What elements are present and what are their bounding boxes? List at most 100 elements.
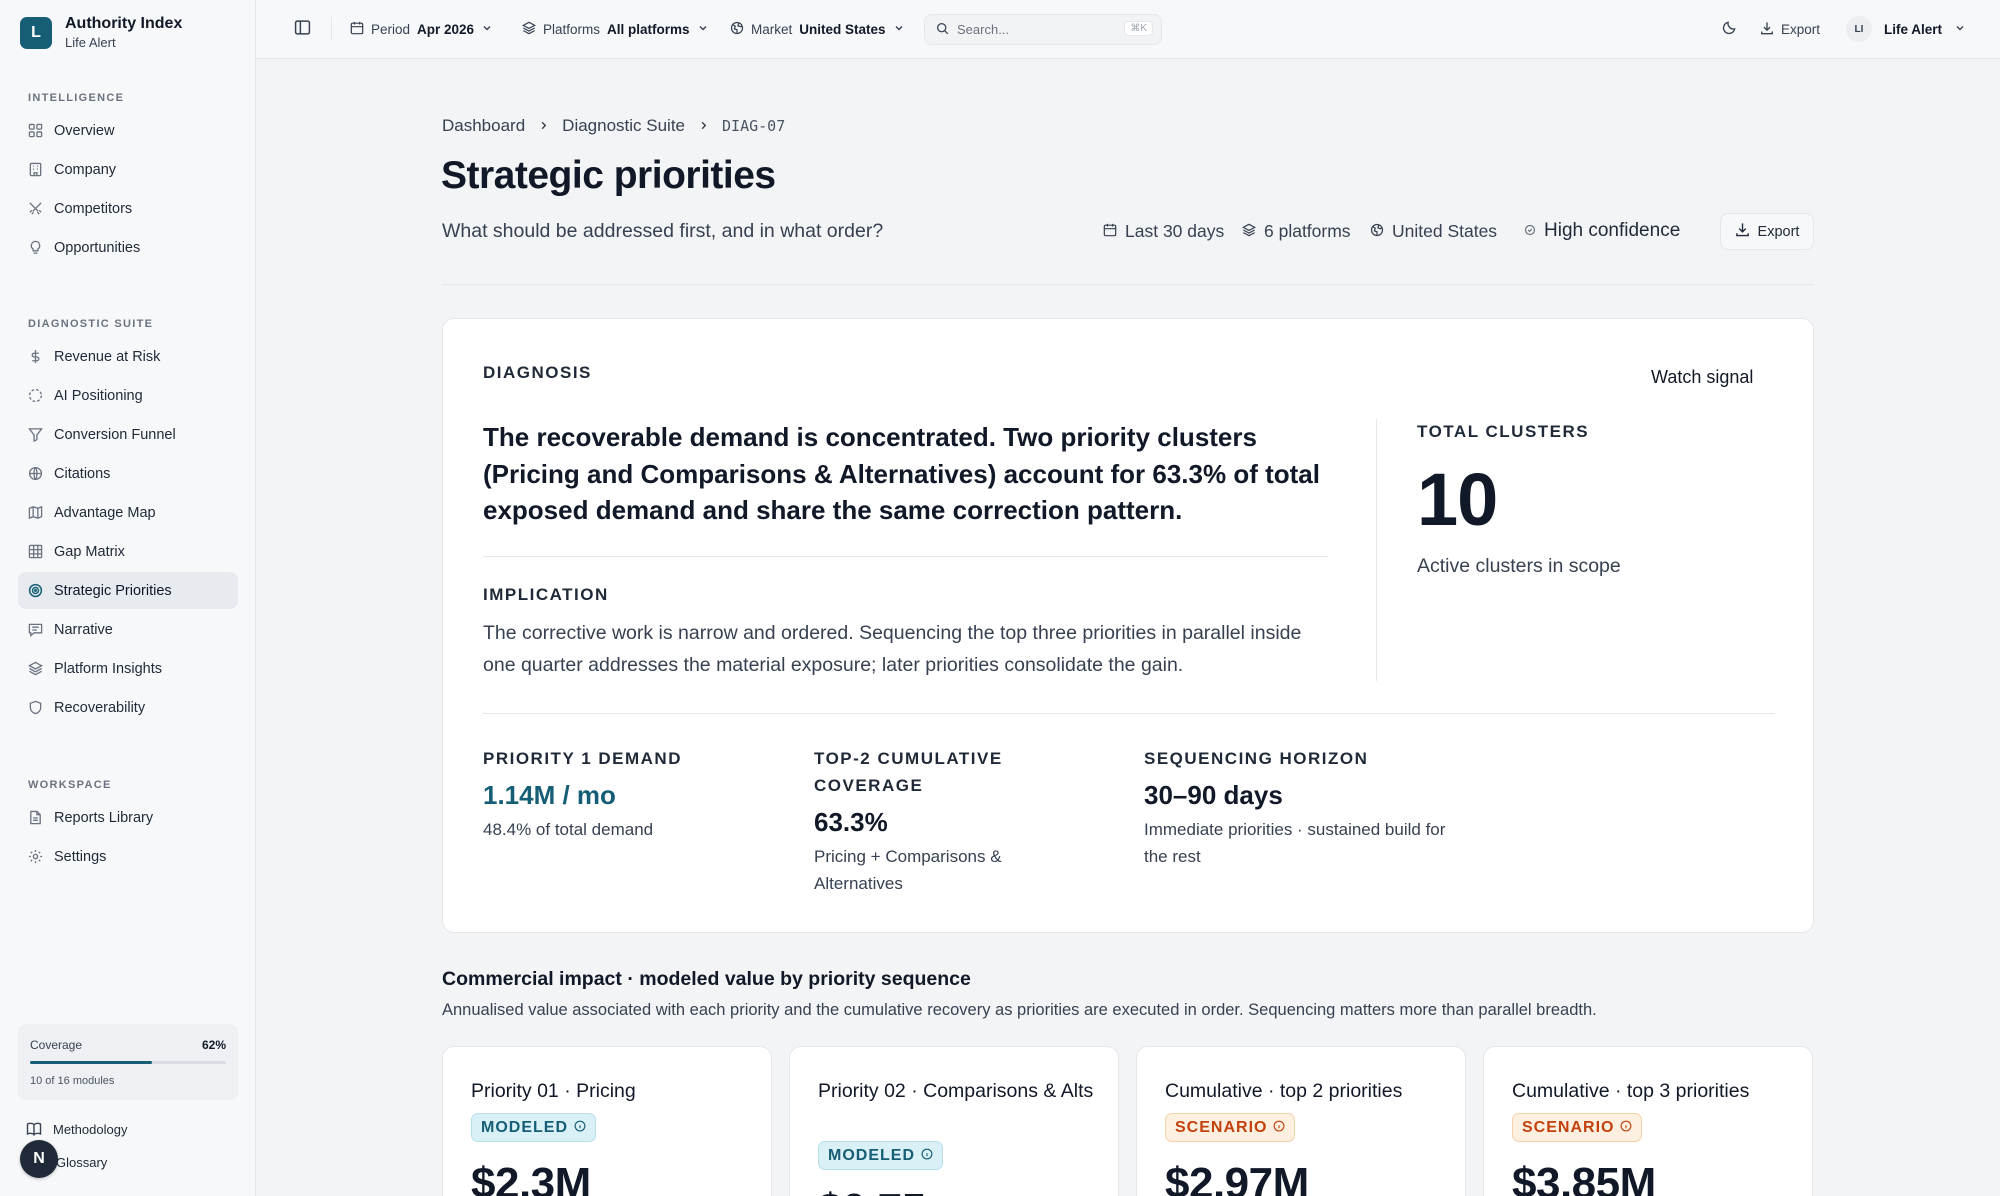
diagnosis-eyebrow: DIAGNOSIS — [483, 363, 592, 382]
kpi-label: TOP-2 CUMULATIVE COVERAGE — [814, 749, 1003, 795]
topbar-export-button[interactable]: Export — [1760, 0, 1820, 58]
search-shortcut: ⌘K — [1124, 21, 1153, 36]
sidebar-item-label: Recoverability — [54, 699, 146, 716]
sidebar-item-reports-library[interactable]: Reports Library — [18, 799, 238, 836]
market-value: United States — [799, 21, 886, 37]
impact-card-priority-02[interactable]: Priority 02 · Comparisons & Alts MODELED… — [789, 1046, 1119, 1196]
sidebar-item-conversion-funnel[interactable]: Conversion Funnel — [18, 416, 238, 453]
info-icon[interactable] — [1620, 1119, 1632, 1137]
download-icon — [1735, 222, 1750, 241]
brand-logo: L — [20, 17, 52, 49]
funnel-icon — [27, 427, 43, 443]
sidebar-item-label: Revenue at Risk — [54, 348, 161, 365]
coverage-label: Coverage — [30, 1038, 83, 1052]
chevron-down-icon — [697, 22, 709, 37]
chevron-right-icon — [538, 116, 549, 136]
implication-text: The corrective work is narrow and ordere… — [483, 622, 1302, 676]
export-button[interactable]: Export — [1720, 213, 1814, 250]
impact-card-priority-01[interactable]: Priority 01 · Pricing MODELED $2.3M — [442, 1046, 772, 1196]
scenario-badge: SCENARIO — [1165, 1113, 1296, 1142]
sidebar-item-label: Narrative — [54, 621, 113, 638]
globe-icon — [27, 466, 43, 482]
impact-card-cumulative-top-3[interactable]: Cumulative · top 3 priorities SCENARIO $… — [1483, 1046, 1813, 1196]
sidebar-item-ai-positioning[interactable]: AI Positioning — [18, 377, 238, 414]
modeled-badge: MODELED — [818, 1141, 943, 1170]
coverage-percent: 62% — [201, 1038, 226, 1052]
brand-name: Authority Index — [65, 15, 183, 32]
kpi-priority-1-demand: PRIORITY 1 DEMAND 1.14M / mo 48.4% of to… — [483, 745, 773, 843]
diagnosis-card: DIAGNOSIS Watch signal The recoverable d… — [442, 318, 1814, 933]
market-selector[interactable]: Market United States — [730, 0, 905, 58]
export-label: Export — [1757, 223, 1800, 240]
platforms-label: Platforms — [543, 21, 601, 37]
meta-date-range: Last 30 days — [1103, 218, 1224, 244]
platforms-selector[interactable]: Platforms All platforms — [522, 0, 709, 58]
meta-date-range-text: Last 30 days — [1125, 220, 1225, 241]
search-input[interactable]: Search... ⌘K — [924, 14, 1162, 45]
glossary-label: Glossary — [56, 1155, 108, 1170]
user-menu[interactable]: LI Life Alert — [1846, 0, 1966, 58]
watch-signal-button[interactable]: Watch signal — [1651, 367, 1753, 388]
sidebar-item-label: Company — [54, 161, 117, 178]
nav-section-diagnostic-suite: DIAGNOSTIC SUITE Revenue at Risk AI Posi… — [18, 310, 238, 728]
sidebar-item-label: Settings — [54, 848, 107, 865]
modeled-badge: MODELED — [471, 1113, 596, 1142]
divider — [331, 17, 332, 41]
sidebar-item-strategic-priorities[interactable]: Strategic Priorities — [18, 572, 238, 609]
impact-card-title: Priority 02 · Comparisons & Alts — [818, 1080, 1094, 1102]
breadcrumb-diagnostic-suite[interactable]: Diagnostic Suite — [562, 116, 685, 136]
sidebar-item-narrative[interactable]: Narrative — [18, 611, 238, 648]
period-selector[interactable]: Period Apr 2026 — [350, 0, 493, 58]
info-icon[interactable] — [574, 1119, 586, 1137]
sidebar-item-recoverability[interactable]: Recoverability — [18, 689, 238, 726]
lightbulb-icon — [27, 240, 43, 256]
calendar-icon — [1103, 221, 1117, 242]
methodology-link[interactable]: Methodology — [26, 1121, 127, 1137]
brand[interactable]: L Authority Index Life Alert — [20, 14, 182, 52]
kpi-sequencing-horizon: SEQUENCING HORIZON 30–90 days Immediate … — [1144, 745, 1454, 870]
sidebar-item-overview[interactable]: Overview — [18, 112, 238, 149]
book-icon — [26, 1121, 42, 1137]
file-icon — [27, 810, 43, 826]
layers-icon — [522, 21, 536, 38]
info-icon[interactable] — [1273, 1119, 1285, 1137]
sidebar-item-platform-insights[interactable]: Platform Insights — [18, 650, 238, 687]
shield-icon — [27, 700, 43, 716]
sidebar-item-revenue-at-risk[interactable]: Revenue at Risk — [18, 338, 238, 375]
kpi-sub: Immediate priorities · sustained build f… — [1144, 820, 1446, 866]
total-clusters-value: 10 — [1417, 458, 1498, 541]
total-clusters-sub: Active clusters in scope — [1417, 555, 1621, 577]
sidebar-item-gap-matrix[interactable]: Gap Matrix — [18, 533, 238, 570]
sidebar-item-company[interactable]: Company — [18, 151, 238, 188]
sidebar-item-competitors[interactable]: Competitors — [18, 190, 238, 227]
kpi-sub: Pricing + Comparisons & Alternatives — [814, 847, 1002, 893]
market-label: Market — [751, 21, 793, 37]
info-icon[interactable] — [921, 1147, 933, 1165]
message-icon — [27, 622, 43, 638]
circle-dashed-icon — [27, 388, 43, 404]
nav-section-workspace: WORKSPACE Reports Library Settings — [18, 771, 238, 877]
glossary-link[interactable]: Glossary — [56, 1155, 107, 1170]
breadcrumb: Dashboard Diagnostic Suite DIAG-07 — [442, 116, 785, 136]
impact-card-cumulative-top-2[interactable]: Cumulative · top 2 priorities SCENARIO $… — [1136, 1046, 1466, 1196]
sidebar-item-label: Citations — [54, 465, 111, 482]
breadcrumb-code: DIAG-07 — [722, 117, 786, 135]
divider — [483, 713, 1775, 714]
breadcrumb-dashboard[interactable]: Dashboard — [442, 116, 525, 136]
building-icon — [27, 162, 43, 178]
theme-toggle-button[interactable] — [1722, 0, 1737, 58]
coverage-progress-fill — [30, 1061, 152, 1064]
impact-section-subtitle: Annualised value associated with each pr… — [442, 1001, 1597, 1019]
impact-card-value: $2.3M — [471, 1159, 591, 1196]
kpi-value: 63.3% — [814, 807, 888, 837]
globe-icon — [730, 21, 744, 38]
impact-card-title: Priority 01 · Pricing — [471, 1080, 636, 1102]
sidebar-item-citations[interactable]: Citations — [18, 455, 238, 492]
avatar[interactable]: N — [20, 1140, 58, 1178]
sidebar-item-opportunities[interactable]: Opportunities — [18, 229, 238, 266]
divider — [483, 556, 1328, 557]
target-icon — [27, 583, 43, 599]
sidebar-item-settings[interactable]: Settings — [18, 838, 238, 875]
sidebar-toggle-button[interactable] — [294, 0, 311, 58]
sidebar-item-advantage-map[interactable]: Advantage Map — [18, 494, 238, 531]
